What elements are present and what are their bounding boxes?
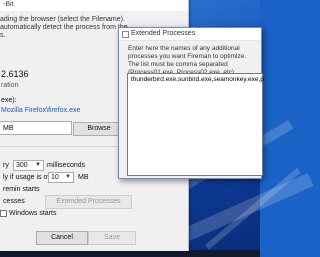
size-unit: MB <box>3 125 14 132</box>
size-field[interactable]: MB <box>0 121 72 135</box>
extended-processes-dialog: Extended Processes Enter here the names … <box>118 27 264 179</box>
exe-label: exe): <box>1 97 17 104</box>
save-button[interactable]: Save <box>88 231 136 245</box>
processes-input[interactable]: thunderbird.exe,sunbird.exe,seamonkey.ex… <box>127 73 264 176</box>
cancel-button[interactable]: Cancel <box>36 231 88 245</box>
processes-input-value: thunderbird.exe,sunbird.exe,seamonkey.ex… <box>131 76 264 83</box>
divider <box>0 146 123 147</box>
usage-select[interactable]: 10 ▼ <box>48 172 74 183</box>
interval-select[interactable]: 300 ▼ <box>13 160 44 171</box>
taskbar <box>0 250 260 257</box>
chevron-down-icon: ▼ <box>65 174 71 180</box>
instruction-line-1: ading the browser (select the Filename). <box>0 16 125 23</box>
main-titlebar: -Bit <box>0 0 188 11</box>
version-label: ration <box>1 82 19 89</box>
usage-value: 10 <box>51 174 59 181</box>
windows-starts-checkbox[interactable] <box>0 210 7 217</box>
processes-label: cesses <box>3 198 25 205</box>
instruction-line-3: s. <box>0 32 6 39</box>
every-label: ry <box>3 162 9 169</box>
windows-starts-label: Windows starts <box>9 210 57 217</box>
instruction-line-2: automatically detect the process from th… <box>0 24 128 31</box>
milliseconds-label: milliseconds <box>47 162 86 169</box>
version-number: 2.6136 <box>1 69 29 79</box>
interval-value: 300 <box>16 162 28 169</box>
starts-label: remin starts <box>3 186 40 193</box>
window-title: -Bit <box>3 1 14 8</box>
dialog-titlebar: Extended Processes <box>119 28 261 41</box>
usage-unit: MB <box>78 174 89 181</box>
browser-path[interactable]: Mozilla Firefox\firefox.exe <box>1 107 80 114</box>
extended-processes-button[interactable]: Extended Processes <box>45 195 132 209</box>
app-icon <box>122 31 129 38</box>
dialog-title: Extended Processes <box>131 30 196 37</box>
chevron-down-icon: ▼ <box>35 162 41 168</box>
